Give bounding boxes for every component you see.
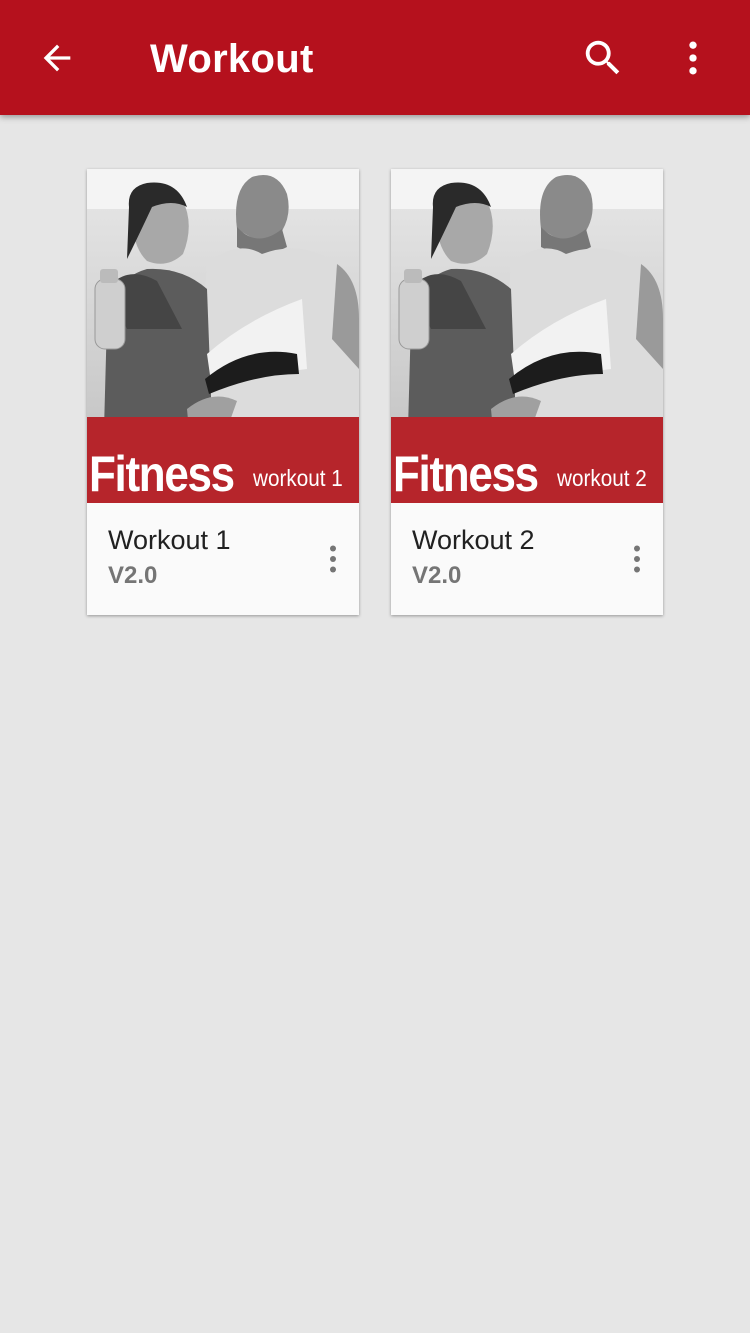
workout-card[interactable]: Fitness workout 2 Workout 2 V2.0	[391, 169, 663, 615]
search-icon	[585, 40, 620, 75]
back-button[interactable]	[25, 26, 89, 90]
cover-subtitle: workout 1	[253, 465, 343, 491]
page-title: Workout	[150, 37, 314, 81]
overflow-menu-button[interactable]	[661, 26, 725, 90]
cover-title: Fitness	[393, 446, 539, 502]
cover-title-band: Fitness workout 2	[391, 417, 663, 503]
card-menu-button[interactable]	[313, 535, 353, 583]
workout-card[interactable]: Fitness workout 1 Workout 1 V2.0	[87, 169, 359, 615]
cover-image: Fitness workout 2	[391, 169, 663, 503]
card-version: V2.0	[412, 562, 462, 589]
cover-title: Fitness	[89, 446, 235, 502]
more-vert-icon	[330, 545, 336, 573]
more-vert-icon	[689, 41, 697, 75]
card-version: V2.0	[108, 562, 158, 589]
cover-subtitle: workout 2	[557, 465, 647, 491]
arrow-back-icon	[43, 44, 71, 72]
card-title: Workout 1	[108, 525, 231, 555]
card-menu-button[interactable]	[617, 535, 657, 583]
cover-image: Fitness workout 1	[87, 169, 359, 503]
more-vert-icon	[634, 545, 640, 573]
app-bar: Workout	[0, 0, 750, 115]
cover-title-band: Fitness workout 1	[87, 417, 359, 503]
card-title: Workout 2	[412, 525, 535, 555]
search-button[interactable]	[571, 26, 635, 90]
